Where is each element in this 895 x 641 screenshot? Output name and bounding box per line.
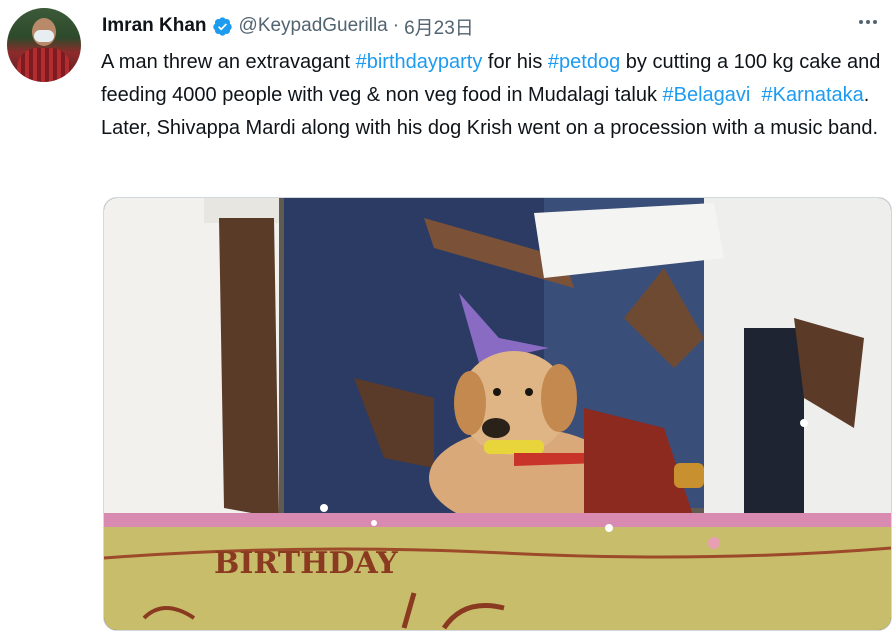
- hashtag-link[interactable]: #Belagavi: [663, 84, 751, 106]
- avatar-mask: [34, 30, 54, 42]
- dog-birthday-photo: BIRTHDAY: [104, 198, 891, 630]
- tweet-media-image[interactable]: BIRTHDAY: [103, 197, 892, 631]
- tweet-text-segment: A man threw an extravagant: [101, 51, 356, 73]
- author-avatar[interactable]: [7, 8, 81, 82]
- hashtag-link[interactable]: #petdog: [548, 51, 620, 73]
- tweet-header: Imran Khan @KeypadGuerilla · 6月23日: [102, 12, 875, 40]
- more-dot: [859, 20, 863, 24]
- verified-badge-icon: [212, 16, 232, 36]
- tweet-text-segment: [750, 84, 761, 106]
- hashtag-link[interactable]: #Karnataka: [761, 84, 863, 106]
- tweet-text: A man threw an extravagant #birthdaypart…: [101, 46, 891, 145]
- tweet-date[interactable]: 6月23日: [404, 13, 474, 40]
- more-dot: [873, 20, 877, 24]
- hashtag-link[interactable]: #birthdayparty: [356, 51, 483, 73]
- author-name[interactable]: Imran Khan: [102, 15, 207, 37]
- more-options-icon[interactable]: [853, 10, 883, 34]
- avatar-shirt: [17, 48, 71, 82]
- author-handle[interactable]: @KeypadGuerilla: [239, 15, 388, 37]
- cake-text: BIRTHDAY: [214, 546, 398, 581]
- header-separator: ·: [392, 15, 400, 36]
- more-dot: [866, 20, 870, 24]
- tweet-text-segment: for his: [482, 51, 548, 73]
